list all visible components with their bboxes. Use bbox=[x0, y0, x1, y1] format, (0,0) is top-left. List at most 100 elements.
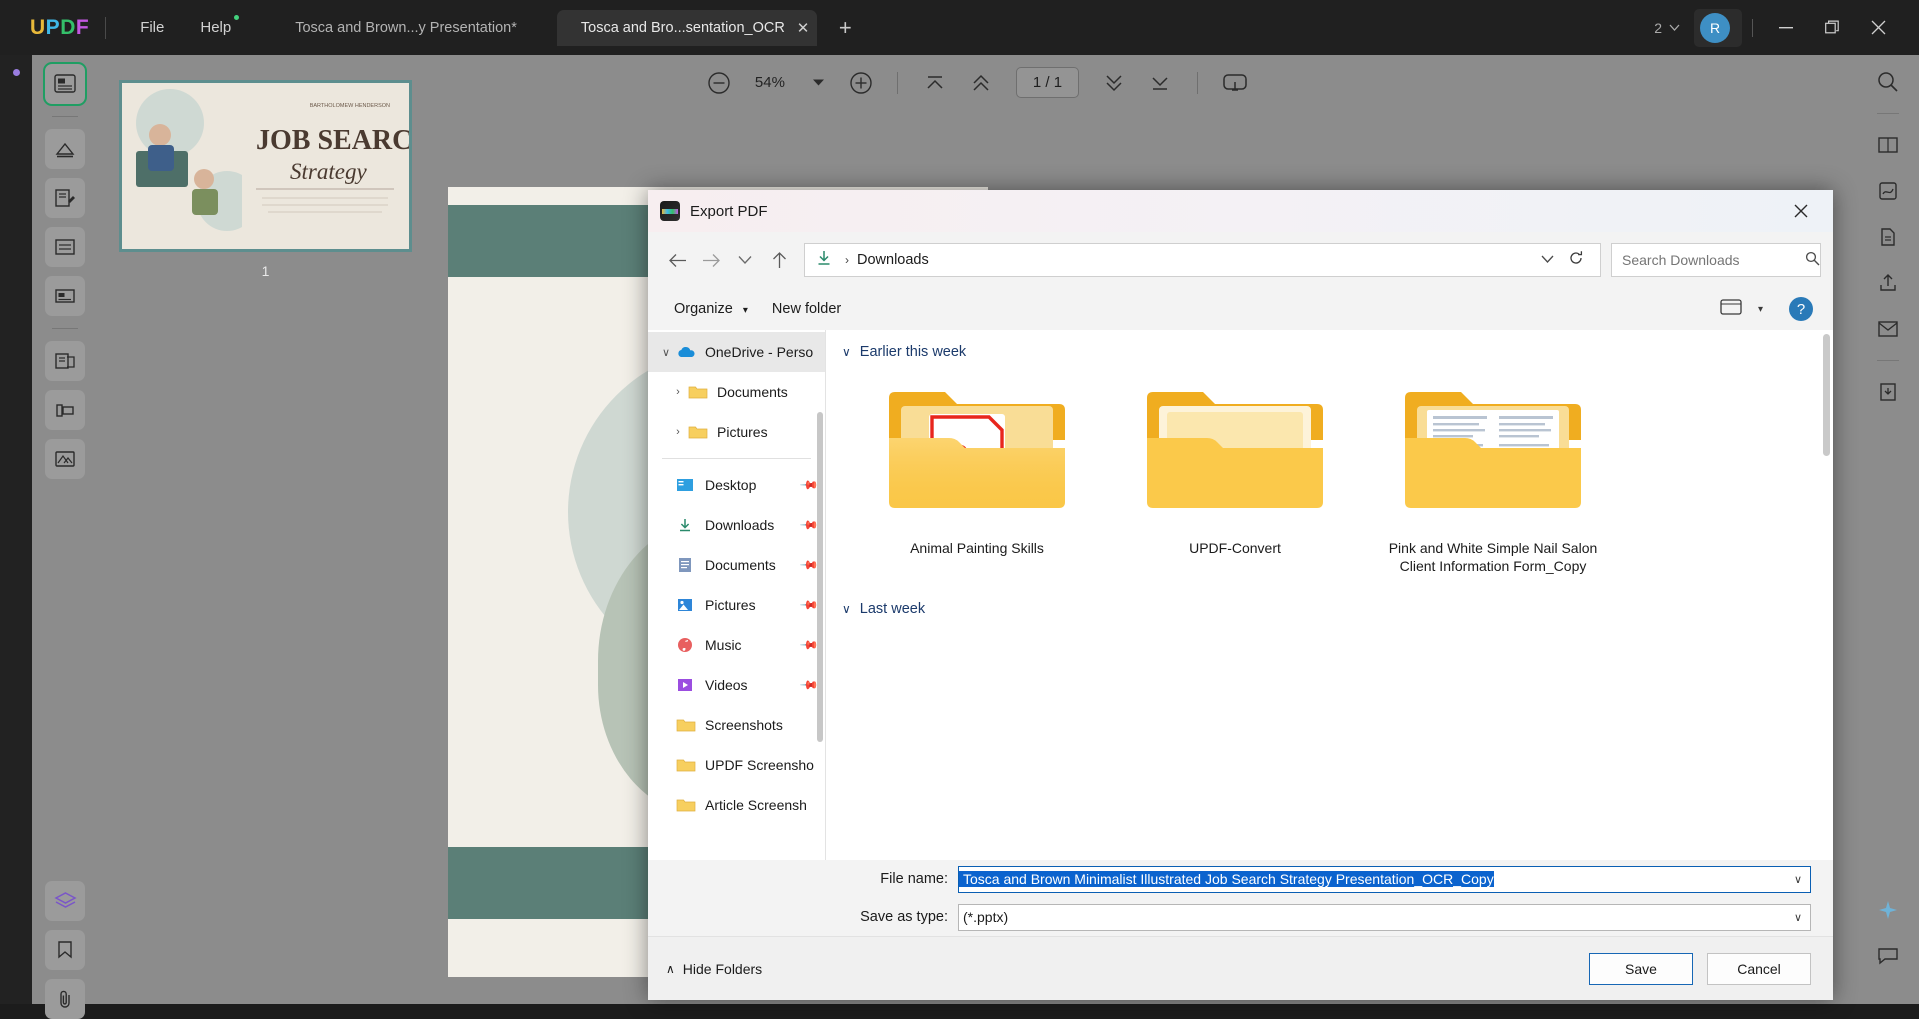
sidebar-tool-reader[interactable] bbox=[45, 64, 85, 104]
sidebar-item-updf-screenshots[interactable]: UPDF Screensho bbox=[648, 745, 825, 785]
tab-count-dropdown[interactable]: 2 bbox=[1654, 20, 1680, 36]
file-item-1[interactable]: Animal Painting Skills bbox=[848, 380, 1106, 575]
back-button[interactable] bbox=[660, 244, 694, 276]
folder-icon bbox=[676, 796, 698, 814]
sign-button[interactable] bbox=[1869, 172, 1907, 210]
sidebar-tool-page[interactable] bbox=[45, 227, 85, 267]
first-page-button[interactable] bbox=[912, 73, 958, 93]
group-header-earlier-this-week[interactable]: ∨ Earlier this week bbox=[826, 330, 1833, 366]
page-indicator[interactable]: 1 / 1 bbox=[1016, 67, 1079, 98]
maximize-button[interactable] bbox=[1809, 8, 1855, 48]
filename-input[interactable]: Tosca and Brown Minimalist Illustrated J… bbox=[958, 866, 1811, 893]
organize-button[interactable]: Organize ▾ bbox=[662, 295, 760, 323]
breadcrumb-dropdown-icon[interactable] bbox=[1531, 253, 1564, 267]
share-button[interactable] bbox=[1869, 264, 1907, 302]
view-mode-button[interactable] bbox=[1712, 294, 1750, 325]
view-mode-caret[interactable]: ▾ bbox=[1750, 300, 1771, 319]
sidebar-tool-ocr[interactable] bbox=[45, 439, 85, 479]
music-note-glyph bbox=[676, 637, 694, 653]
sidebar-item-videos[interactable]: Videos 📌 bbox=[648, 665, 825, 705]
zoom-out-button[interactable] bbox=[697, 71, 741, 95]
forward-button[interactable] bbox=[694, 244, 728, 276]
close-tab-icon[interactable]: ✕ bbox=[797, 19, 810, 37]
svg-text:JOB SEARCH: JOB SEARCH bbox=[256, 125, 409, 156]
email-button[interactable] bbox=[1869, 310, 1907, 348]
chevron-right-icon[interactable]: › bbox=[668, 426, 688, 438]
sidebar-item-screenshots[interactable]: Screenshots bbox=[648, 705, 825, 745]
zoom-in-button[interactable] bbox=[839, 71, 883, 95]
file-pane-scrollbar[interactable] bbox=[1823, 334, 1830, 456]
chevron-down-icon: ∨ bbox=[842, 602, 851, 616]
document-tab-2[interactable]: Tosca and Bro...sentation_OCR ✕ bbox=[557, 10, 817, 46]
sidebar-tool-bookmark[interactable] bbox=[45, 930, 85, 970]
search-input[interactable] bbox=[1620, 251, 1805, 269]
sidebar-item-onedrive[interactable]: ∨ OneDrive - Perso bbox=[648, 332, 825, 372]
minimize-button[interactable] bbox=[1763, 8, 1809, 48]
reader-icon bbox=[54, 74, 76, 94]
updf-logo: UPDF bbox=[30, 16, 89, 40]
new-tab-button[interactable]: + bbox=[839, 15, 852, 41]
sidebar-item-onedrive-documents-label: Documents bbox=[717, 384, 825, 400]
compress-button[interactable] bbox=[1869, 373, 1907, 411]
folder-glyph bbox=[676, 797, 696, 813]
cancel-button[interactable]: Cancel bbox=[1707, 953, 1811, 985]
sidebar-tool-annotate[interactable] bbox=[45, 129, 85, 169]
save-button[interactable]: Save bbox=[1589, 953, 1693, 985]
sidebar-tool-convert[interactable] bbox=[45, 341, 85, 381]
sidebar-item-article-screenshots[interactable]: Article Screensh bbox=[648, 785, 825, 825]
sidebar-tool-attachment[interactable] bbox=[45, 979, 85, 1019]
presentation-mode-button[interactable] bbox=[1212, 72, 1258, 94]
document-info-button[interactable] bbox=[1869, 218, 1907, 256]
hide-folders-button[interactable]: ∧ Hide Folders bbox=[666, 961, 762, 977]
search-panel-button[interactable] bbox=[1869, 63, 1907, 101]
filetype-label: Save as type: bbox=[648, 909, 958, 925]
sidebar-tool-protect[interactable] bbox=[45, 390, 85, 430]
chat-icon bbox=[1877, 946, 1899, 966]
chevron-down-icon[interactable]: ∨ bbox=[1786, 911, 1810, 924]
document-tab-1[interactable]: Tosca and Brown...y Presentation* bbox=[279, 11, 533, 45]
recent-locations-button[interactable] bbox=[728, 244, 762, 276]
chevron-down-icon[interactable]: ∨ bbox=[1786, 873, 1810, 886]
feedback-button[interactable] bbox=[1869, 937, 1907, 975]
sidebar-item-onedrive-pictures[interactable]: › Pictures bbox=[648, 412, 825, 452]
reading-mode-button[interactable] bbox=[1869, 126, 1907, 164]
dialog-close-button[interactable] bbox=[1781, 194, 1821, 228]
filetype-select[interactable]: (*.pptx) ∨ bbox=[958, 904, 1811, 931]
sidebar-item-documents[interactable]: Documents 📌 bbox=[648, 545, 825, 585]
cloud-icon bbox=[676, 345, 696, 359]
close-window-button[interactable] bbox=[1855, 8, 1901, 48]
breadcrumb-current-folder[interactable]: Downloads bbox=[857, 252, 929, 268]
previous-page-button[interactable] bbox=[958, 73, 1004, 93]
sidebar-item-downloads[interactable]: Downloads 📌 bbox=[648, 505, 825, 545]
group-header-last-week[interactable]: ∨ Last week bbox=[826, 575, 1833, 623]
sidebar-item-onedrive-documents[interactable]: › Documents bbox=[648, 372, 825, 412]
menu-help[interactable]: Help bbox=[182, 13, 249, 42]
zoom-dropdown-button[interactable] bbox=[799, 78, 839, 87]
menu-file[interactable]: File bbox=[122, 13, 182, 42]
refresh-button[interactable] bbox=[1564, 250, 1594, 270]
up-button[interactable] bbox=[762, 244, 796, 276]
sidebar-item-pictures[interactable]: Pictures 📌 bbox=[648, 585, 825, 625]
zoom-level-value[interactable]: 54% bbox=[741, 74, 799, 91]
sidebar-item-music[interactable]: Music 📌 bbox=[648, 625, 825, 665]
ai-assistant-button[interactable] bbox=[1869, 891, 1907, 929]
sidebar-tool-layers[interactable] bbox=[45, 881, 85, 921]
help-button[interactable]: ? bbox=[1789, 297, 1813, 321]
downloads-icon bbox=[676, 516, 698, 534]
last-page-button[interactable] bbox=[1137, 73, 1183, 93]
address-bar[interactable]: › Downloads bbox=[804, 243, 1601, 277]
group-header-label: Earlier this week bbox=[860, 344, 966, 360]
file-item-3[interactable]: Pink and White Simple Nail Salon Client … bbox=[1364, 380, 1622, 575]
thumbnail-page-number: 1 bbox=[122, 263, 409, 279]
next-page-button[interactable] bbox=[1091, 73, 1137, 93]
chevron-down-icon[interactable]: ∨ bbox=[656, 346, 676, 359]
sidebar-scrollbar[interactable] bbox=[817, 412, 823, 742]
sidebar-tool-edit[interactable] bbox=[45, 178, 85, 218]
account-button[interactable]: R bbox=[1694, 9, 1742, 47]
new-folder-button[interactable]: New folder bbox=[760, 295, 853, 323]
sidebar-item-desktop[interactable]: Desktop 📌 bbox=[648, 465, 825, 505]
search-box[interactable] bbox=[1611, 243, 1821, 277]
chevron-right-icon[interactable]: › bbox=[668, 386, 688, 398]
sidebar-tool-form[interactable] bbox=[45, 276, 85, 316]
file-item-2[interactable]: UPDF-Convert bbox=[1106, 380, 1364, 575]
